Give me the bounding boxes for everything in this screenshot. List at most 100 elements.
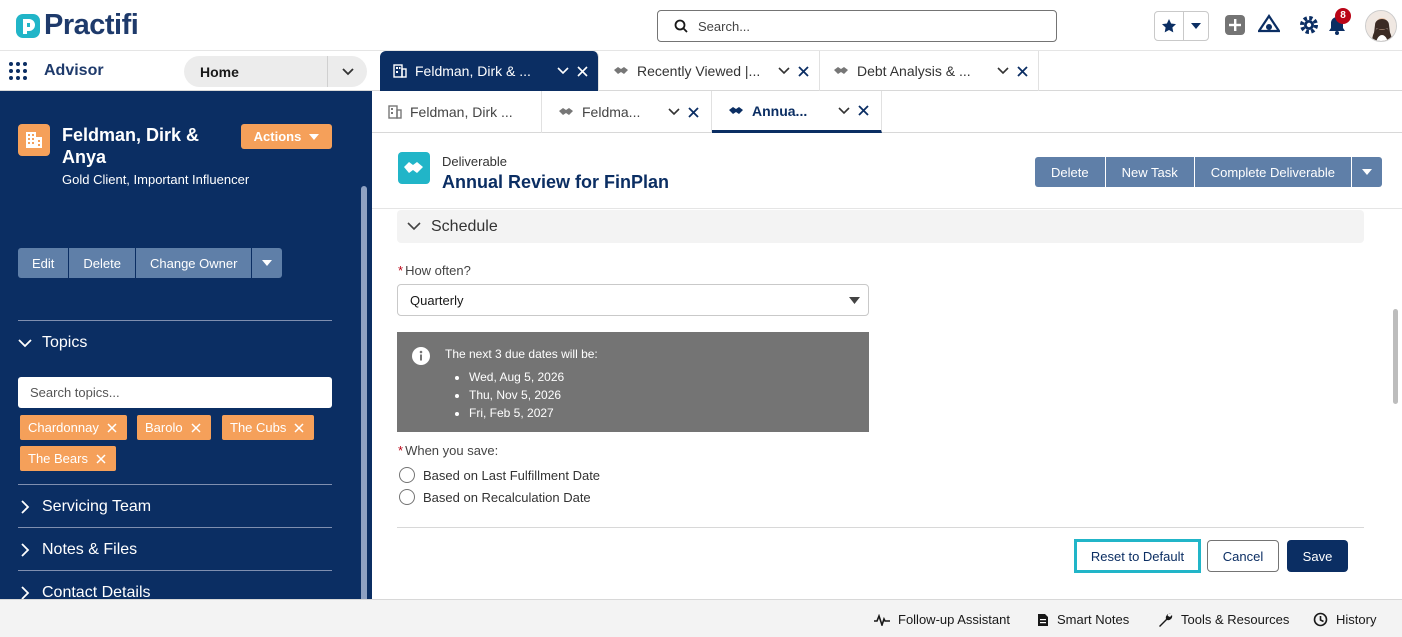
info-icon [412,347,430,365]
record-subtitle: Gold Client, Important Influencer [62,172,250,187]
delete-button[interactable]: Delete [1035,157,1106,187]
complete-deliverable-button[interactable]: Complete Deliverable [1194,157,1352,187]
subtab-feldman-deliverable[interactable]: Feldma... [542,91,712,133]
chevron-down-icon[interactable] [557,67,569,75]
reset-to-default-button[interactable]: Reset to Default [1074,539,1201,573]
favorites-dropdown-button[interactable] [1184,12,1208,40]
sidebar-scrollbar[interactable] [361,186,367,599]
close-icon[interactable] [191,422,201,433]
smart-notes-item[interactable]: Smart Notes [1037,612,1129,627]
chevron-down-icon [18,338,32,347]
app-launcher-icon[interactable] [8,61,28,81]
chevron-down-icon[interactable] [668,108,680,116]
home-nav-item[interactable]: Home [184,56,367,87]
due-date-item: Fri, Feb 5, 2027 [469,404,564,422]
actions-label: Actions [253,129,302,144]
chevron-right-icon [21,500,30,514]
save-button[interactable]: Save [1287,540,1348,572]
global-create-icon[interactable] [1224,14,1246,36]
cancel-button[interactable]: Cancel [1207,540,1279,572]
topic-chip[interactable]: Chardonnay [20,415,127,440]
actions-button[interactable]: Actions [241,124,332,149]
caret-down-icon [849,296,860,304]
due-dates-info-box: The next 3 due dates will be: Wed, Aug 5… [397,332,869,432]
object-type-label: Deliverable [442,154,508,169]
section-divider [18,570,332,571]
history-item[interactable]: History [1313,612,1376,627]
edit-button[interactable]: Edit [18,248,70,278]
workspace-tab-recently-viewed[interactable]: Recently Viewed |... [600,51,820,91]
logo-text: Practifi [44,9,139,41]
workspace-tab-debt-analysis[interactable]: Debt Analysis & ... [820,51,1039,91]
close-icon[interactable] [96,453,106,464]
home-nav-dropdown[interactable] [327,56,367,87]
footer-label: History [1336,612,1377,627]
subtab-feldman[interactable]: Feldman, Dirk ... [372,91,542,133]
radio-last-fulfillment[interactable]: Based on Last Fulfillment Date [399,467,600,483]
chevron-down-icon[interactable] [838,106,850,115]
close-icon[interactable] [798,65,809,77]
tools-resources-item[interactable]: Tools & Resources [1158,612,1289,627]
wrench-icon [1159,613,1173,627]
topic-label: The Bears [28,451,88,466]
radio-circle[interactable] [399,467,415,483]
more-actions-button[interactable] [1351,157,1382,187]
contact-details-section-header[interactable]: Contact Details [18,584,151,599]
chevron-right-icon [21,586,30,599]
change-owner-button[interactable]: Change Owner [135,248,253,278]
section-title: Servicing Team [42,498,152,515]
caret-down-icon [262,260,273,266]
close-icon[interactable] [688,106,699,118]
info-title: The next 3 due dates will be: [445,347,598,361]
workspace-tab-label: Debt Analysis & ... [857,63,971,79]
chevron-down-icon[interactable] [778,67,790,75]
favorites-star-button[interactable] [1155,12,1184,40]
footer-label: Tools & Resources [1181,612,1290,627]
gear-icon[interactable] [1298,14,1320,36]
global-search-input[interactable]: Search... [657,10,1057,42]
servicing-team-section-header[interactable]: Servicing Team [18,498,151,516]
topic-chip[interactable]: Barolo [137,415,211,440]
chevron-right-icon [21,543,30,557]
close-icon[interactable] [1017,65,1028,77]
how-often-select[interactable]: Quarterly [397,284,869,316]
more-actions-button[interactable] [252,248,283,278]
close-icon[interactable] [294,422,304,433]
workspace-tab-feldman[interactable]: Feldman, Dirk & ... [380,51,599,91]
chevron-down-icon [407,222,421,231]
topic-label: The Cubs [230,420,287,435]
follow-up-assistant-item[interactable]: Follow-up Assistant [874,612,1010,627]
radio-recalculation[interactable]: Based on Recalculation Date [399,489,591,505]
section-divider [18,484,332,485]
chevron-down-icon[interactable] [997,67,1009,75]
topics-section-header[interactable]: Topics [18,334,87,352]
main-scrollbar[interactable] [1393,309,1398,404]
notes-files-section-header[interactable]: Notes & Files [18,541,137,559]
topic-chip[interactable]: The Cubs [222,415,315,440]
close-icon[interactable] [577,65,588,77]
subtab-annual-review[interactable]: Annua... [712,91,882,133]
radio-circle[interactable] [399,489,415,505]
new-task-button[interactable]: New Task [1105,157,1195,187]
user-avatar[interactable] [1365,10,1397,42]
topics-search-input[interactable]: Search topics... [18,377,332,408]
search-icon [674,19,688,33]
favorites-control[interactable] [1154,11,1209,41]
delete-button[interactable]: Delete [69,248,136,278]
section-divider [18,320,332,321]
close-icon[interactable] [858,105,869,116]
radio-label: Based on Recalculation Date [423,489,591,505]
header-divider [372,208,1402,209]
workspace-tab-label: Recently Viewed |... [637,63,761,79]
practifi-logo[interactable]: Practifi [15,9,139,41]
deliverable-record-icon [398,152,430,184]
close-icon[interactable] [107,422,117,433]
how-often-label-text: How often? [405,263,471,278]
trailhead-help-icon[interactable] [1258,14,1280,36]
building-icon [393,64,407,78]
caret-down-icon [1191,23,1201,29]
schedule-section-header[interactable]: Schedule [397,210,1364,243]
record-actions-group: Delete New Task Complete Deliverable [1035,157,1382,187]
topic-label: Chardonnay [28,420,99,435]
topic-chip[interactable]: The Bears [20,446,116,471]
